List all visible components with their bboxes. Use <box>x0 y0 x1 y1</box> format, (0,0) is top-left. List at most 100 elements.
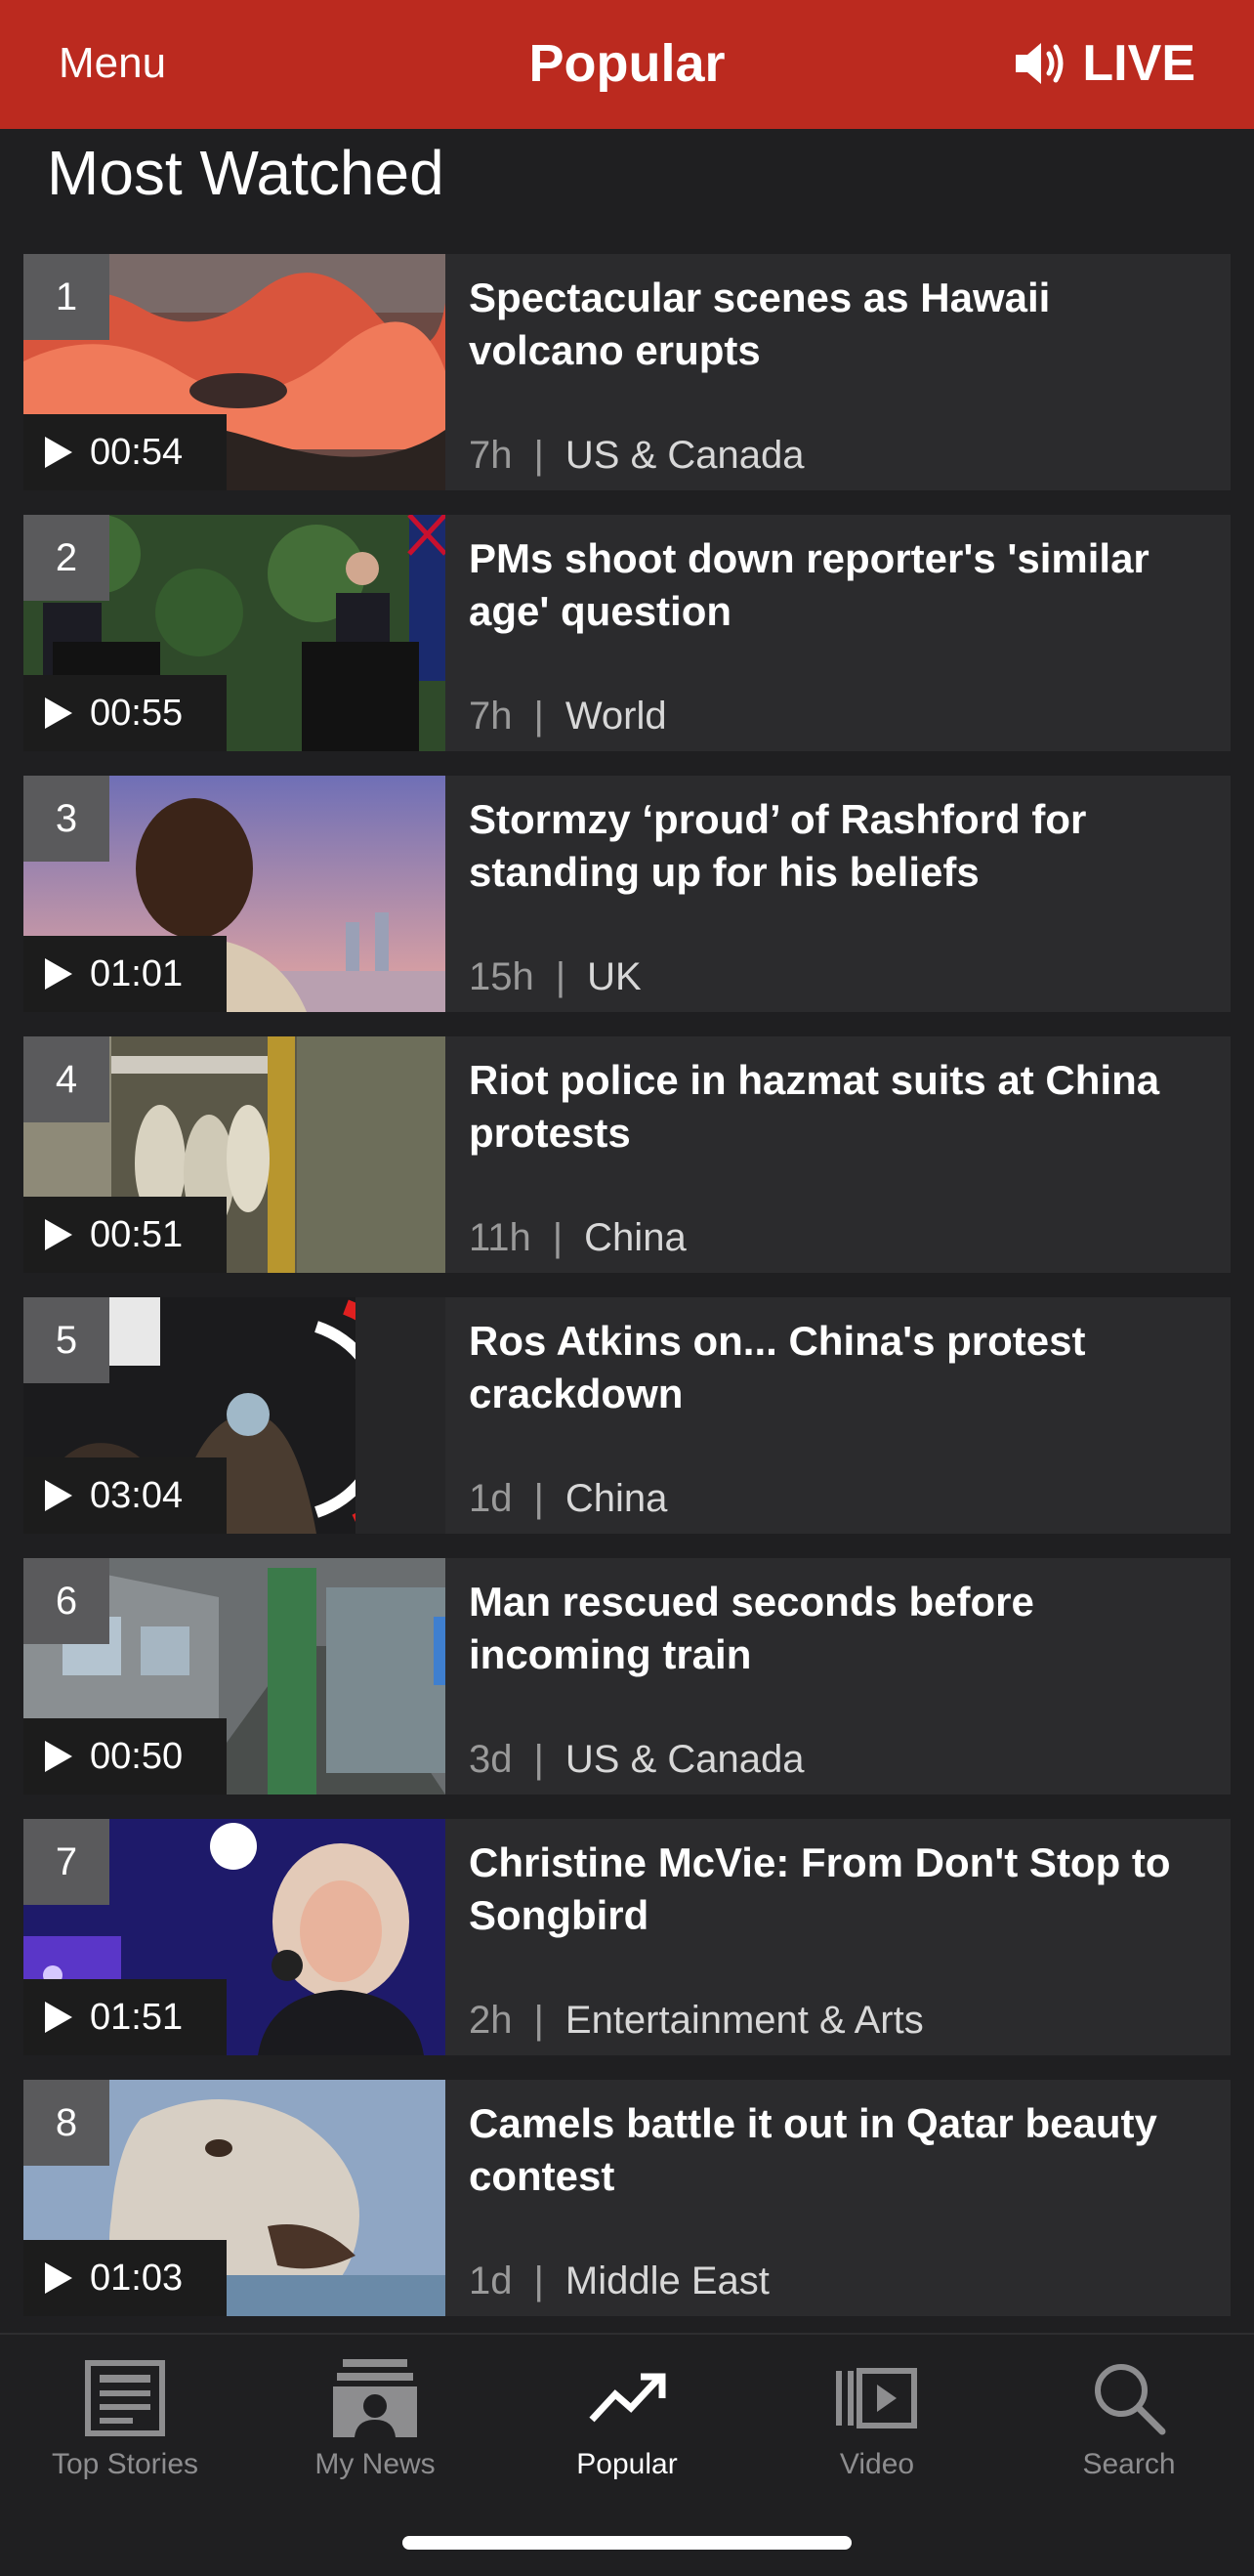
item-meta: 7h | World <box>469 695 667 739</box>
video-thumbnail[interactable]: 7 01:51 <box>23 1819 445 2055</box>
list-item[interactable]: 3 01:01 Stormzy ‘proud’ of Rashford for … <box>23 776 1231 1012</box>
duration-badge: 00:51 <box>23 1197 227 1273</box>
duration-badge: 00:54 <box>23 414 227 490</box>
duration-badge: 03:04 <box>23 1457 227 1534</box>
rank-badge: 8 <box>23 2080 109 2166</box>
live-button[interactable]: LIVE <box>1014 29 1195 98</box>
list-item[interactable]: 8 01:03 Camels battle it out in Qatar be… <box>23 2080 1231 2316</box>
category-label: China <box>564 1477 668 1520</box>
list-item[interactable]: 2 00:55 PMs shoot down reporter's 'simil… <box>23 515 1231 751</box>
play-icon <box>45 1219 72 1250</box>
list-item[interactable]: 6 00:50 Man rescued seconds before incom… <box>23 1558 1231 1795</box>
tab-popular[interactable]: Popular <box>502 2354 752 2491</box>
rank-badge: 2 <box>23 515 109 601</box>
item-meta: 1d | Middle East <box>469 2259 770 2303</box>
menu-button[interactable]: Menu <box>59 39 166 88</box>
duration-label: 00:54 <box>90 431 184 473</box>
tab-my-news[interactable]: My News <box>250 2354 500 2491</box>
section-title: Most Watched <box>47 138 444 208</box>
duration-label: 00:50 <box>90 1735 184 1777</box>
duration-badge: 00:55 <box>23 675 227 751</box>
item-meta: 15h | UK <box>469 955 642 999</box>
age-label: 11h <box>469 1216 531 1259</box>
age-label: 15h <box>469 955 534 998</box>
age-label: 1d <box>469 1477 513 1520</box>
duration-label: 01:51 <box>90 1996 184 2038</box>
item-meta: 11h | China <box>469 1216 687 1260</box>
duration-badge: 01:01 <box>23 936 227 1012</box>
rank-badge: 4 <box>23 1036 109 1122</box>
video-thumbnail[interactable]: 1 00:54 <box>23 254 445 490</box>
duration-badge: 01:03 <box>23 2240 227 2316</box>
newspaper-icon <box>85 2360 165 2436</box>
trending-icon <box>589 2373 666 2423</box>
my-news-icon <box>333 2359 417 2437</box>
separator: | <box>533 1477 544 1520</box>
top-bar: Menu Popular LIVE <box>0 0 1254 129</box>
duration-label: 00:51 <box>90 1213 184 1255</box>
tab-search[interactable]: Search <box>1004 2354 1254 2491</box>
video-thumbnail[interactable]: 5 03:04 <box>23 1297 445 1534</box>
category-label: World <box>564 695 667 738</box>
headline[interactable]: Ros Atkins on... China's protest crackdo… <box>469 1315 1211 1420</box>
video-icon <box>836 2368 917 2428</box>
duration-label: 01:03 <box>90 2257 184 2299</box>
rank-badge: 7 <box>23 1819 109 1905</box>
tab-label: Search <box>1082 2448 1176 2480</box>
rank-badge: 6 <box>23 1558 109 1644</box>
duration-badge: 00:50 <box>23 1718 227 1795</box>
rank-badge: 5 <box>23 1297 109 1383</box>
age-label: 2h <box>469 1999 513 2042</box>
play-icon <box>45 1480 72 1511</box>
duration-label: 03:04 <box>90 1474 184 1516</box>
tab-label: Top Stories <box>51 2448 199 2480</box>
item-meta: 3d | US & Canada <box>469 1738 804 1782</box>
separator: | <box>552 1216 564 1259</box>
list-item[interactable]: 7 01:51 Christine McVie: From Don't Stop… <box>23 1819 1231 2055</box>
headline[interactable]: Man rescued seconds before incoming trai… <box>469 1576 1211 1681</box>
item-meta: 7h | US & Canada <box>469 434 804 478</box>
separator: | <box>533 1738 544 1781</box>
category-label: China <box>584 1216 687 1259</box>
duration-label: 00:55 <box>90 692 184 734</box>
play-icon <box>45 437 72 468</box>
play-icon <box>45 697 72 729</box>
duration-label: 01:01 <box>90 952 184 994</box>
age-label: 7h <box>469 434 513 477</box>
speaker-icon <box>1016 43 1064 84</box>
separator: | <box>533 434 544 477</box>
headline[interactable]: Spectacular scenes as Hawaii volcano eru… <box>469 272 1211 377</box>
headline[interactable]: PMs shoot down reporter's 'similar age' … <box>469 532 1211 638</box>
rank-badge: 3 <box>23 776 109 862</box>
separator: | <box>555 955 566 998</box>
tab-top-stories[interactable]: Top Stories <box>0 2354 250 2491</box>
tab-label: Video <box>839 2448 915 2480</box>
category-label: US & Canada <box>564 434 805 477</box>
rank-badge: 1 <box>23 254 109 340</box>
age-label: 1d <box>469 2259 513 2302</box>
separator: | <box>533 695 544 738</box>
play-icon <box>45 1741 72 1772</box>
search-icon <box>1095 2364 1166 2435</box>
video-thumbnail[interactable]: 8 01:03 <box>23 2080 445 2316</box>
duration-badge: 01:51 <box>23 1979 227 2055</box>
live-label: LIVE <box>1082 35 1195 92</box>
category-label: US & Canada <box>564 1738 805 1781</box>
headline[interactable]: Stormzy ‘proud’ of Rashford for standing… <box>469 793 1211 899</box>
video-list: 1 00:54 Spectacular scenes as Hawaii vol… <box>23 254 1231 2341</box>
list-item[interactable]: 1 00:54 Spectacular scenes as Hawaii vol… <box>23 254 1231 490</box>
video-thumbnail[interactable]: 3 01:01 <box>23 776 445 1012</box>
list-item[interactable]: 5 03:04 Ros Atkins on... China's protest… <box>23 1297 1231 1534</box>
separator: | <box>533 1999 544 2042</box>
video-thumbnail[interactable]: 2 00:55 <box>23 515 445 751</box>
tab-video[interactable]: Video <box>752 2354 1002 2491</box>
headline[interactable]: Camels battle it out in Qatar beauty con… <box>469 2097 1211 2203</box>
play-icon <box>45 958 72 990</box>
video-thumbnail[interactable]: 4 00:51 <box>23 1036 445 1273</box>
category-label: Middle East <box>564 2259 770 2302</box>
video-thumbnail[interactable]: 6 00:50 <box>23 1558 445 1795</box>
category-label: UK <box>587 955 642 998</box>
list-item[interactable]: 4 00:51 Riot police in hazmat suits at C… <box>23 1036 1231 1273</box>
headline[interactable]: Riot police in hazmat suits at China pro… <box>469 1054 1211 1160</box>
headline[interactable]: Christine McVie: From Don't Stop to Song… <box>469 1837 1211 1942</box>
